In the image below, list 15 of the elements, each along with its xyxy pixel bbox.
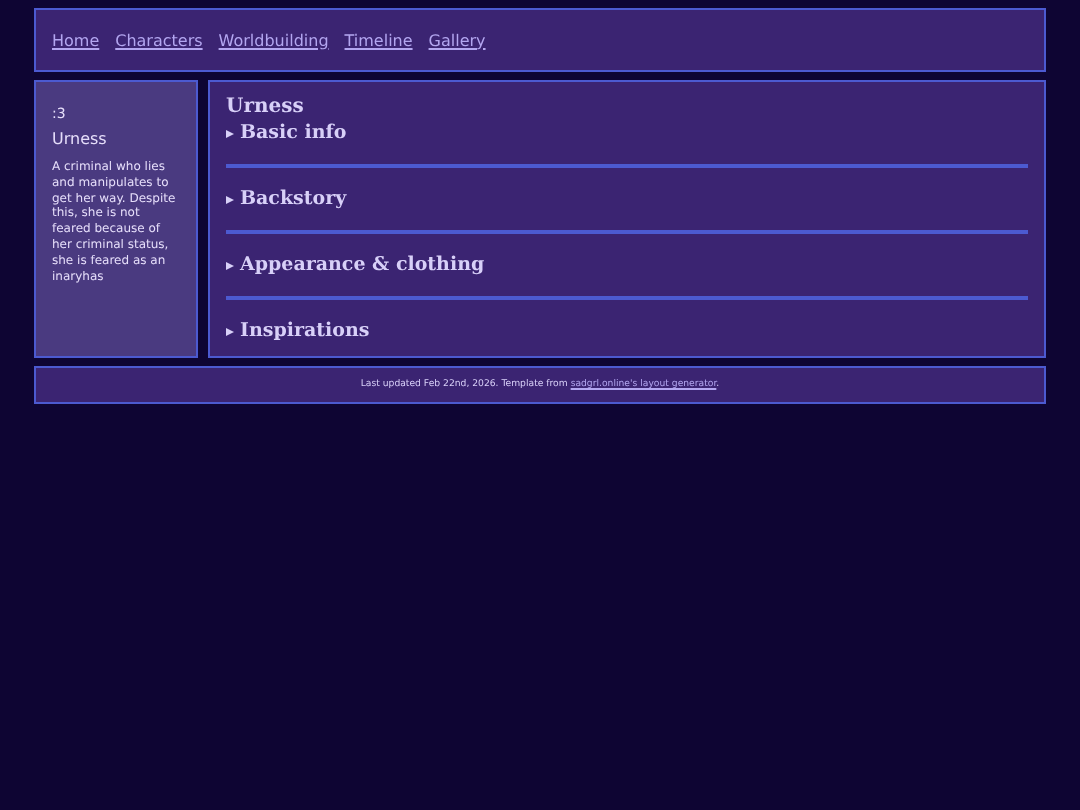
section-toggle[interactable]: Backstory <box>226 188 1028 210</box>
caret-right-icon <box>226 261 234 269</box>
nav-link[interactable]: Timeline <box>344 31 413 49</box>
character-name: Urness <box>52 130 109 148</box>
caret-right-icon <box>226 195 234 203</box>
nav-link[interactable]: Home <box>52 31 100 49</box>
section-toggle[interactable]: Appearance & clothing <box>226 254 1028 276</box>
caret-right-icon <box>226 327 234 335</box>
nav-link[interactable]: Characters <box>115 31 203 49</box>
section-toggle[interactable]: Basic info <box>226 122 1028 144</box>
nav-link[interactable]: Worldbuilding <box>218 31 329 49</box>
caret-right-icon <box>226 129 234 137</box>
nav-link[interactable]: Gallery <box>428 31 486 49</box>
page-title: Urness <box>226 96 306 118</box>
section-toggle[interactable]: Inspirations <box>226 320 1028 342</box>
